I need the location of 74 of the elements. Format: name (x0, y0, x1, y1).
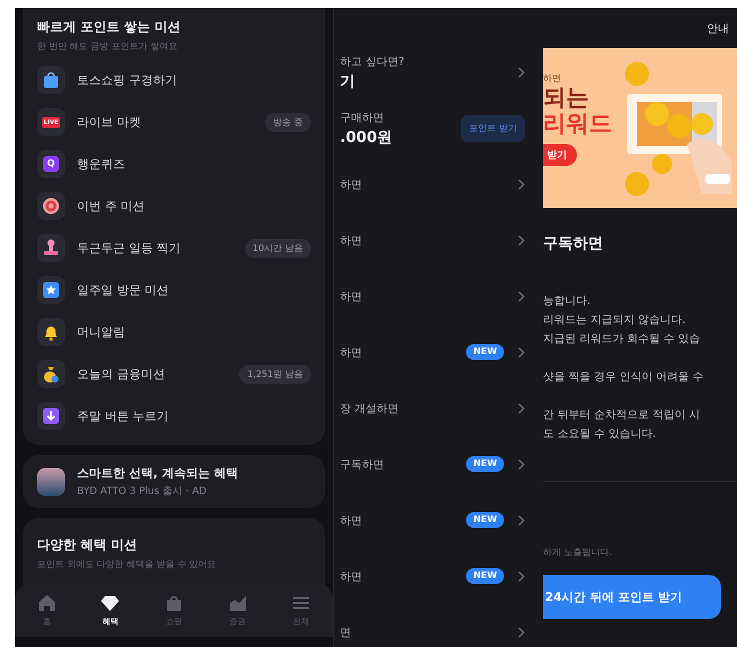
notice-text: 샷을 찍을 경우 인식이 어려울 수 (543, 369, 704, 385)
bell-icon (37, 318, 65, 346)
row-caption: 장 개설하면 (340, 400, 400, 416)
mission-label[interactable]: 토스쇼핑 구경하기 (77, 72, 311, 88)
banner-headline: 되는 (543, 85, 590, 112)
row-caption: 하면 (340, 232, 363, 248)
section-title: 다양한 혜택 미션 (37, 537, 138, 554)
star-icon (37, 276, 65, 304)
section-subtitle: 한 번만 해도 금방 포인트가 쌓여요 (37, 41, 178, 53)
gem-icon (100, 594, 120, 612)
mission-label[interactable]: 일주일 방문 미션 (77, 282, 311, 298)
notice-text: 도 소요될 수 있습니다. (543, 426, 657, 442)
ad-card[interactable]: 스마트한 선택, 계속되는 혜택 BYD ATTO 3 Plus 출시 · AD (23, 455, 325, 508)
row-title: 기 (340, 72, 356, 90)
guide-link[interactable]: 안내 (707, 20, 729, 36)
chevron-right-icon[interactable] (518, 458, 525, 470)
chevron-right-icon[interactable] (518, 402, 525, 414)
chevron-right-icon[interactable] (518, 234, 525, 246)
ad-subtitle: BYD ATTO 3 Plus 출시 · AD (77, 485, 208, 498)
banner-headline: 리워드 (543, 111, 612, 138)
row-caption: 하면 (340, 512, 363, 528)
chevron-right-icon[interactable] (518, 626, 525, 638)
mission-label[interactable]: 두근두근 일등 찍기 (77, 240, 245, 256)
banner-caption: 하면 (543, 73, 562, 85)
mission-label[interactable]: 이번 주 미션 (77, 198, 311, 214)
chart-icon (228, 594, 248, 612)
mission-label[interactable]: 오늘의 금융미션 (77, 366, 240, 382)
notice-text: 능합니다. (543, 293, 592, 309)
mission-label[interactable]: 머니알림 (77, 324, 311, 340)
row-caption: 면 (340, 624, 352, 640)
mission-label[interactable]: 라이브 마켓 (77, 114, 266, 130)
home-icon (36, 594, 57, 612)
stamp-icon (37, 234, 65, 262)
mission-label[interactable]: 주말 버튼 누르기 (77, 408, 311, 424)
get-points-button[interactable]: 포인트 받기 (461, 114, 525, 142)
row-caption: 구매하면 (340, 110, 385, 124)
detail-heading: 구독하면 (543, 234, 604, 253)
row-caption: 하면 (340, 176, 363, 192)
bag-icon (37, 66, 65, 94)
status-badge: 1,251원 남음 (239, 364, 311, 384)
footnote-text: 하게 노출됩니다. (543, 547, 613, 559)
section-subtitle: 포인트 외에도 다양한 혜택을 받을 수 있어요 (37, 559, 218, 571)
row-caption: 하면 (340, 568, 363, 584)
section-title: 빠르게 포인트 쌓는 미션 (37, 19, 182, 36)
row-caption: 구독하면 (340, 456, 385, 472)
notice-text: 지급된 리워드가 회수될 수 있습 (543, 331, 701, 347)
chevron-right-icon[interactable] (518, 514, 525, 526)
chevron-right-icon[interactable] (518, 178, 525, 190)
ad-title: 스마트한 선택, 계속되는 혜택 (77, 465, 238, 482)
new-badge: NEW (466, 456, 504, 472)
notice-text: 리워드는 지급되지 않습니다. (543, 312, 686, 328)
target-icon (37, 192, 65, 220)
notice-text: 간 뒤부터 순차적으로 적립이 시 (543, 407, 701, 423)
get-points-button[interactable]: 24시간 뒤에 포인트 받기 (543, 575, 721, 619)
mission-label[interactable]: 행운퀴즈 (77, 156, 311, 172)
status-badge: 방송 중 (265, 112, 311, 132)
moneybag-icon (37, 360, 65, 388)
chevron-right-icon[interactable] (518, 346, 525, 358)
row-caption: 하면 (340, 288, 363, 304)
quiz-icon: Q (37, 150, 65, 178)
new-badge: NEW (466, 568, 504, 584)
new-badge: NEW (466, 512, 504, 528)
chevron-right-icon[interactable] (518, 290, 525, 302)
status-badge: 10시간 남음 (244, 238, 311, 258)
row-caption: 하고 싶다면? (340, 54, 406, 68)
row-title: .000원 (340, 128, 394, 146)
tab[interactable]: 혜택 (90, 594, 130, 626)
chevron-right-icon[interactable] (518, 570, 525, 582)
download-icon (37, 402, 65, 430)
banner-button[interactable]: 받기 (543, 144, 577, 166)
row-caption: 하면 (340, 344, 363, 360)
chevron-right-icon[interactable] (518, 66, 525, 78)
new-badge: NEW (466, 344, 504, 360)
car-photo-placeholder (37, 468, 65, 496)
